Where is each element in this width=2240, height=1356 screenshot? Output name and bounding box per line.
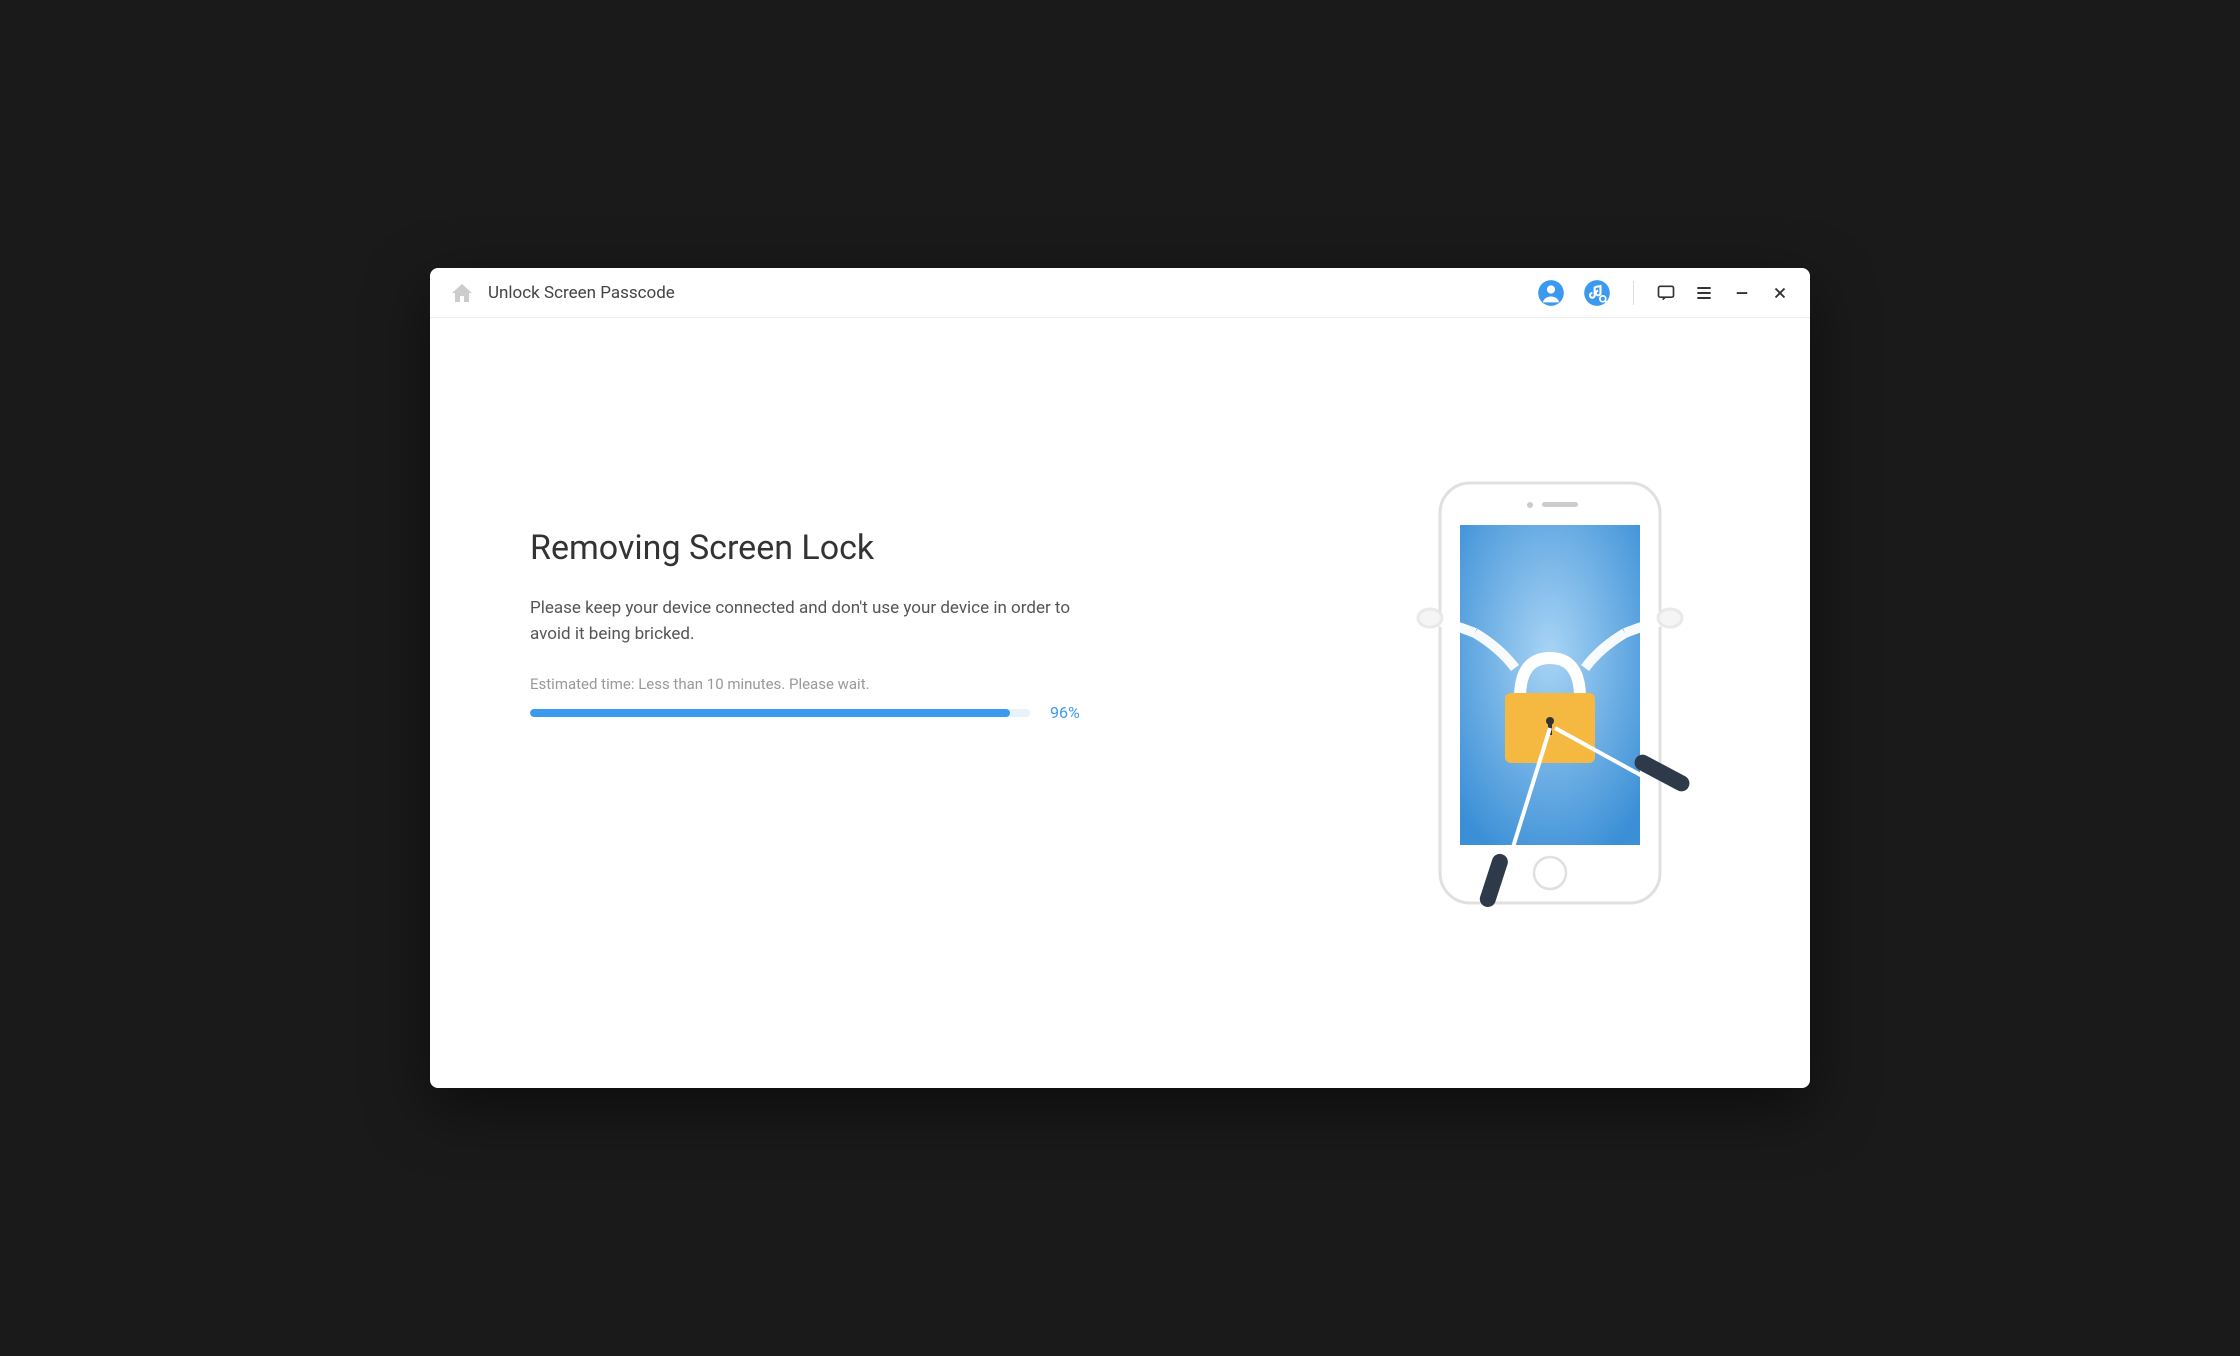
description-text: Please keep your device connected and do… xyxy=(530,596,1090,647)
progress-fill xyxy=(530,709,1010,717)
content-left: Removing Screen Lock Please keep your de… xyxy=(530,398,1330,1008)
app-window: Unlock Screen Passcode xyxy=(430,268,1810,1088)
window-title: Unlock Screen Passcode xyxy=(488,283,675,303)
progress-bar xyxy=(530,709,1030,717)
content-right xyxy=(1390,398,1710,1008)
account-icon[interactable] xyxy=(1537,279,1565,307)
phone-lock-illustration xyxy=(1410,473,1690,933)
close-button[interactable] xyxy=(1770,283,1790,303)
progress-percent: 96% xyxy=(1050,703,1080,722)
titlebar-divider xyxy=(1633,281,1634,305)
music-search-icon[interactable] xyxy=(1583,279,1611,307)
titlebar-left: Unlock Screen Passcode xyxy=(450,281,1537,305)
menu-icon[interactable] xyxy=(1694,283,1714,303)
feedback-icon[interactable] xyxy=(1656,283,1676,303)
page-heading: Removing Screen Lock xyxy=(530,528,1330,568)
content-area: Removing Screen Lock Please keep your de… xyxy=(430,318,1810,1088)
estimate-text: Estimated time: Less than 10 minutes. Pl… xyxy=(530,675,1330,693)
titlebar: Unlock Screen Passcode xyxy=(430,268,1810,318)
titlebar-right xyxy=(1537,279,1790,307)
minimize-button[interactable] xyxy=(1732,283,1752,303)
progress-row: 96% xyxy=(530,703,1330,722)
home-icon[interactable] xyxy=(450,281,474,305)
